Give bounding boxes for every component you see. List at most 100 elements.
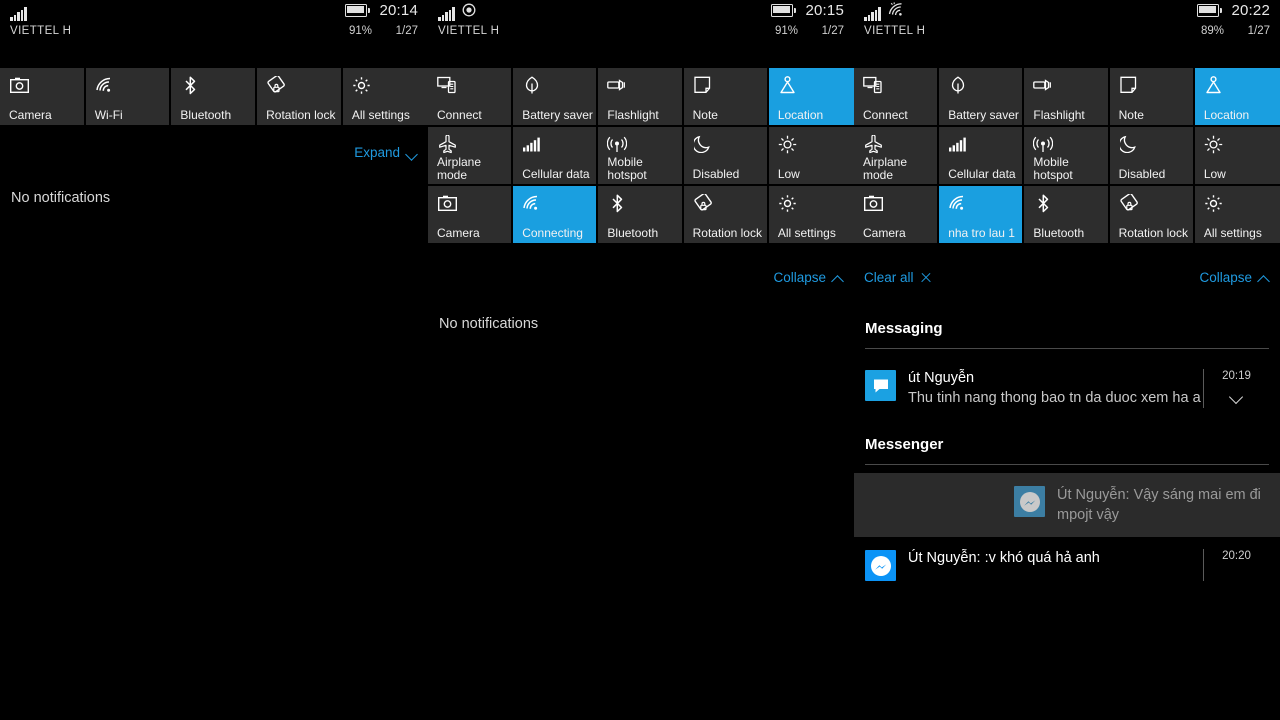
bluetooth-icon xyxy=(180,75,200,95)
tile-flashlight[interactable]: Flashlight xyxy=(1024,68,1108,125)
airplane-icon xyxy=(437,134,457,154)
wifi-icon xyxy=(95,75,115,95)
status-right-bottom: 91% 1/27 xyxy=(349,25,418,37)
clock: 20:14 xyxy=(379,2,418,19)
tile-rotation-lock[interactable]: Rotation lock xyxy=(683,186,767,243)
tile-mobile-hotspot[interactable]: Mobile hotspot xyxy=(1024,127,1108,184)
tile-row: Connect Battery saver Flashlight Note Lo… xyxy=(854,68,1280,125)
tile-flashlight[interactable]: Flashlight xyxy=(598,68,682,125)
tile-camera[interactable]: Camera xyxy=(854,186,938,243)
tile-bluetooth[interactable]: Bluetooth xyxy=(1024,186,1108,243)
status-left-icons xyxy=(438,3,476,21)
tile-label: Battery saver xyxy=(948,107,1019,122)
tile-note[interactable]: Note xyxy=(683,68,767,125)
tile-cellular-data[interactable]: Cellular data xyxy=(513,127,597,184)
notification-item[interactable]: út Nguyễn Thu tinh nang thong bao tn da … xyxy=(854,357,1280,420)
tile-airplane-mode[interactable]: Airplane mode xyxy=(854,127,938,184)
tile-label: Flashlight xyxy=(1033,107,1085,122)
notification-item-swiped[interactable]: Út Nguyễn: Vậy sáng mai em đi mpojt vậy xyxy=(854,473,1280,537)
tile-cellular-data[interactable]: Cellular data xyxy=(939,127,1023,184)
tile-row: Airplane mode Cellular data Mobile hotsp… xyxy=(854,127,1280,184)
clock: 20:22 xyxy=(1231,2,1270,19)
notification-group: Messaging út Nguyễn Thu tinh nang thong … xyxy=(854,320,1280,420)
tile-all-settings[interactable]: All settings xyxy=(1194,186,1280,243)
tile-location[interactable]: Location xyxy=(1194,68,1280,125)
tile-row: Camera Wi-Fi Bluetooth Rotation lock All… xyxy=(0,68,428,125)
gear-icon xyxy=(1204,193,1224,213)
hotspot-icon xyxy=(1033,134,1054,154)
clear-all-button[interactable]: Clear all xyxy=(864,270,932,285)
tile-label: Airplane mode xyxy=(437,155,482,182)
status-right-top: 20:22 xyxy=(1197,2,1270,19)
notification-meta: 20:20 xyxy=(1203,549,1269,581)
rotation-lock-icon xyxy=(1119,193,1139,213)
no-notifications-text: No notifications xyxy=(439,316,539,332)
camera-icon xyxy=(9,75,29,95)
chevron-down-icon[interactable] xyxy=(1230,392,1244,401)
tile-all-settings[interactable]: All settings xyxy=(768,186,854,243)
tile-wifi[interactable]: Wi-Fi xyxy=(85,68,170,125)
tile-label: Low xyxy=(1203,166,1226,181)
panel-expanded-connecting: VIETTEL H 20:15 91% 1/27 Connect Battery… xyxy=(428,0,854,720)
date-label: 1/27 xyxy=(1247,25,1270,37)
collapse-button[interactable]: Collapse xyxy=(1199,270,1270,285)
tile-quiet-hours[interactable]: Disabled xyxy=(683,127,767,184)
battery-percent: 91% xyxy=(774,25,798,37)
group-divider xyxy=(865,348,1269,349)
bluetooth-icon xyxy=(607,193,627,213)
connect-icon xyxy=(437,75,457,95)
expand-button[interactable]: Expand xyxy=(354,145,418,160)
tile-bluetooth[interactable]: Bluetooth xyxy=(598,186,682,243)
brightness-icon xyxy=(1204,134,1224,154)
expand-label: Expand xyxy=(354,145,400,160)
tile-wifi[interactable]: nha tro lau 1 xyxy=(939,186,1023,243)
tile-rotation-lock[interactable]: Rotation lock xyxy=(1109,186,1193,243)
cellular-data-icon xyxy=(522,134,542,154)
tile-mobile-hotspot[interactable]: Mobile hotspot xyxy=(598,127,682,184)
carrier-label: VIETTEL H xyxy=(10,25,72,37)
tile-all-settings[interactable]: All settings xyxy=(342,68,428,125)
battery-icon xyxy=(771,4,797,17)
tile-connect[interactable]: Connect xyxy=(854,68,938,125)
brightness-icon xyxy=(778,134,798,154)
tile-location[interactable]: Location xyxy=(768,68,854,125)
quick-action-tiles: Connect Battery saver Flashlight Note Lo… xyxy=(854,68,1280,245)
tile-camera[interactable]: Camera xyxy=(0,68,84,125)
status-bar: VIETTEL H 20:22 89% 1/27 xyxy=(854,0,1280,46)
tile-battery-saver[interactable]: Battery saver xyxy=(513,68,597,125)
battery-percent: 91% xyxy=(348,25,372,37)
collapse-button[interactable]: Collapse xyxy=(773,270,844,285)
status-bar: VIETTEL H 20:14 91% 1/27 xyxy=(0,0,428,46)
rotation-lock-icon xyxy=(693,193,713,213)
status-right-top: 20:15 xyxy=(771,2,844,19)
tile-airplane-mode[interactable]: Airplane mode xyxy=(428,127,512,184)
notification-item[interactable]: Út Nguyễn: :v khó quá hả anh 20:20 xyxy=(854,537,1280,593)
notification-time: 20:19 xyxy=(1222,370,1251,382)
tile-bluetooth[interactable]: Bluetooth xyxy=(171,68,256,125)
tile-rotation-lock[interactable]: Rotation lock xyxy=(257,68,341,125)
tile-brightness[interactable]: Low xyxy=(768,127,854,184)
tile-label: Camera xyxy=(863,225,906,240)
chevron-up-icon xyxy=(1258,272,1270,284)
tile-label: Connect xyxy=(863,107,908,122)
tile-quiet-hours[interactable]: Disabled xyxy=(1109,127,1193,184)
tile-label: Rotation lock xyxy=(1118,225,1188,240)
tile-connect[interactable]: Connect xyxy=(428,68,512,125)
notification-title: út Nguyễn xyxy=(908,370,975,386)
tile-label: Camera xyxy=(437,225,480,240)
hotspot-icon xyxy=(607,134,628,154)
cellular-data-icon xyxy=(948,134,968,154)
tile-label: Mobile hotspot xyxy=(607,155,647,182)
tile-label: Battery saver xyxy=(522,107,593,122)
tile-wifi[interactable]: Connecting xyxy=(513,186,597,243)
tile-label: Low xyxy=(777,166,800,181)
collapse-label: Collapse xyxy=(773,270,826,285)
tile-battery-saver[interactable]: Battery saver xyxy=(939,68,1023,125)
status-right-top: 20:14 xyxy=(345,2,418,19)
tile-row: Camera Connecting Bluetooth Rotation loc… xyxy=(428,186,854,243)
notification-group: Messenger Út Nguyễn: Vậy sáng mai em đi … xyxy=(854,436,1280,593)
tile-brightness[interactable]: Low xyxy=(1194,127,1280,184)
tile-label: Location xyxy=(777,107,824,122)
tile-camera[interactable]: Camera xyxy=(428,186,512,243)
tile-note[interactable]: Note xyxy=(1109,68,1193,125)
